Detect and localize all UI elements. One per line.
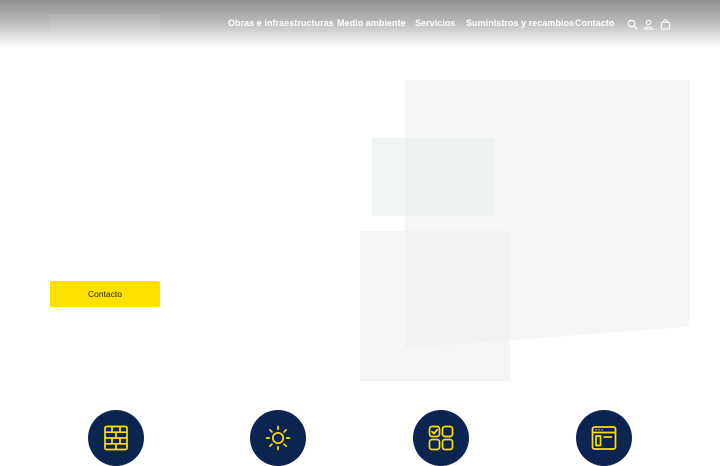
feature-servicios-circle[interactable] xyxy=(413,410,469,466)
contact-button[interactable]: Contacto xyxy=(50,281,160,307)
feature-obras-circle[interactable] xyxy=(88,410,144,466)
hero-image-tile-medium xyxy=(360,231,510,381)
feature-suministros-circle[interactable] xyxy=(576,410,632,466)
search-icon[interactable] xyxy=(627,19,638,30)
nav-link-medio-ambiente[interactable]: Medio ambiente xyxy=(337,18,406,28)
hero-image-tile-small xyxy=(372,138,494,216)
nav-link-contacto[interactable]: Contacto xyxy=(575,18,614,28)
nav-link-suministros[interactable]: Suministros y recambios xyxy=(466,18,574,28)
brick-wall-icon xyxy=(104,425,128,451)
site-logo[interactable] xyxy=(50,14,160,34)
browser-window-icon xyxy=(591,426,617,450)
site-header: Obras e infraestructuras Medio ambiente … xyxy=(0,0,720,48)
nav-link-servicios[interactable]: Servicios xyxy=(415,18,455,28)
feature-medio-ambiente-circle[interactable] xyxy=(250,410,306,466)
apps-grid-icon xyxy=(428,425,454,451)
sun-icon xyxy=(265,425,291,451)
user-icon[interactable] xyxy=(643,19,654,30)
cart-icon[interactable] xyxy=(660,19,671,30)
nav-link-obras[interactable]: Obras e infraestructuras xyxy=(228,18,334,28)
